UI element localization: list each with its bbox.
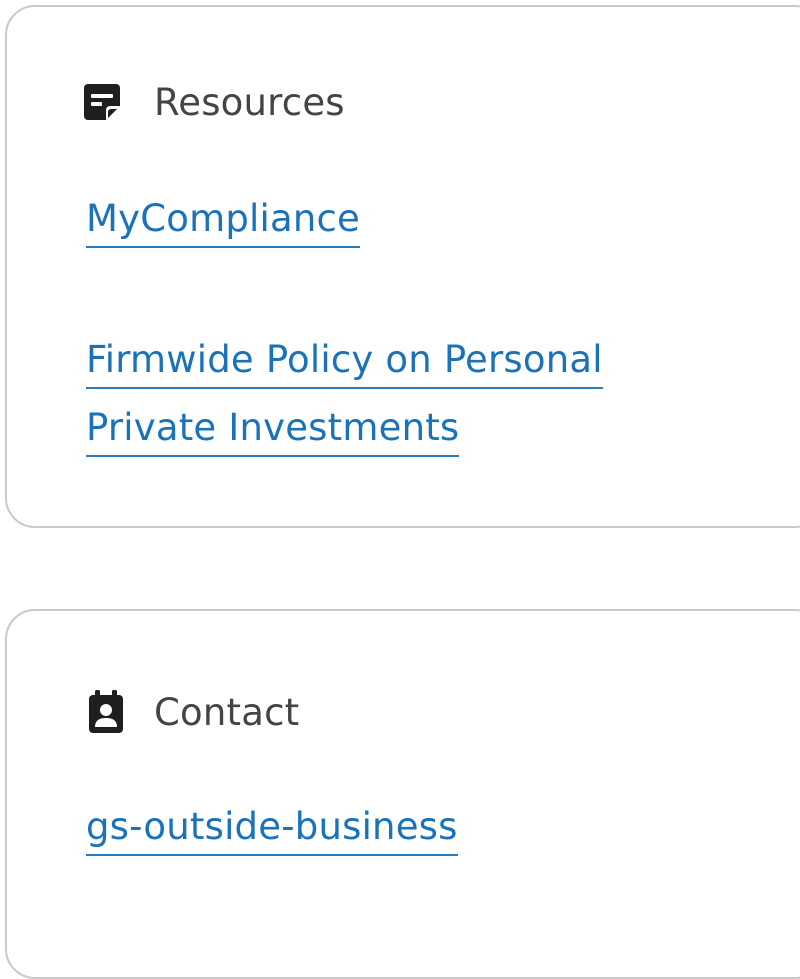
contact-card: [5, 609, 800, 979]
mycompliance-link[interactable]: MyCompliance: [86, 190, 361, 248]
firmwide-policy-link[interactable]: Firmwide Policy on Personal Private Inve…: [86, 326, 726, 462]
firmwide-policy-link-label: Firmwide Policy on Personal Private Inve…: [86, 338, 603, 457]
gs-outside-business-link[interactable]: gs-outside-business: [86, 798, 458, 856]
resources-title: Resources: [154, 80, 345, 124]
resources-header: Resources: [80, 80, 345, 124]
contact-header: Contact: [84, 690, 299, 734]
gs-outside-business-link-label: gs-outside-business: [86, 805, 458, 856]
note-icon: [80, 80, 124, 124]
mycompliance-link-label: MyCompliance: [86, 197, 361, 248]
contact-title: Contact: [154, 690, 300, 734]
contact-card-icon: [84, 690, 128, 734]
